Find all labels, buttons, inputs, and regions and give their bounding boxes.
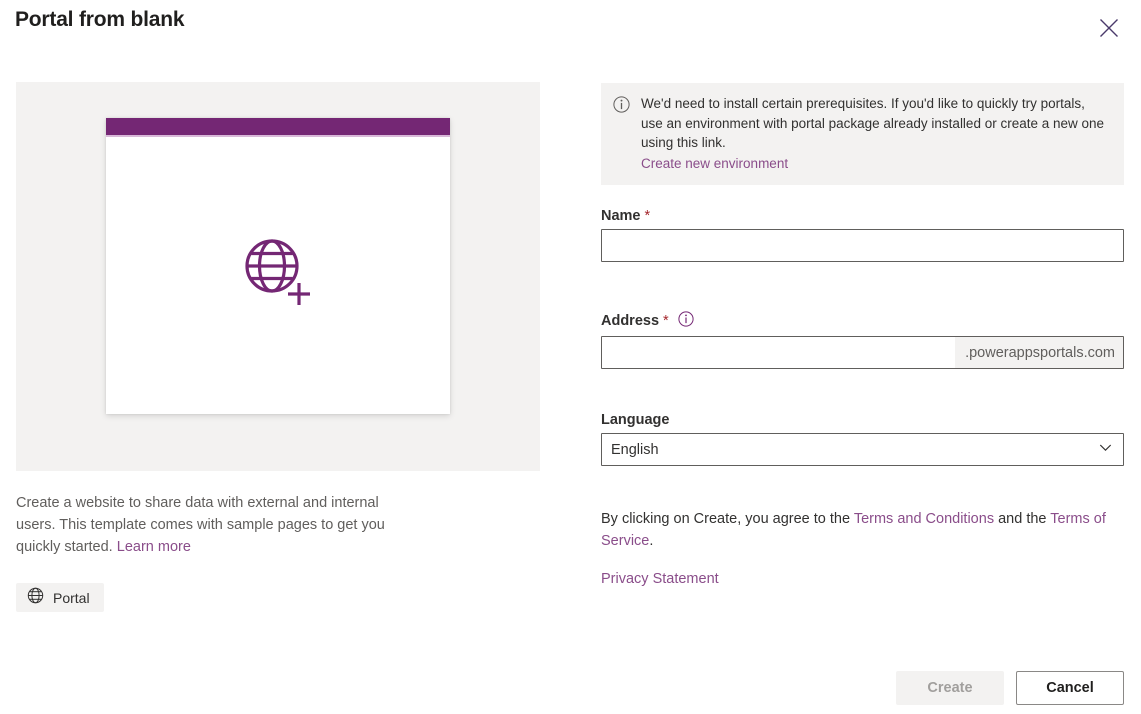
address-input[interactable] [602, 337, 956, 368]
privacy-statement-link[interactable]: Privacy Statement [601, 571, 719, 587]
address-field-label: Address * [601, 311, 1124, 331]
info-icon [613, 96, 630, 173]
terms-period: . [649, 533, 654, 549]
learn-more-link[interactable]: Learn more [117, 539, 191, 555]
template-description-text: Create a website to share data with exte… [16, 495, 385, 555]
info-banner-text-wrapper: We'd need to install certain prerequisit… [641, 94, 1110, 173]
field-language: Language English [601, 412, 1124, 466]
language-label-text: Language [601, 412, 670, 428]
privacy-statement-line: Privacy Statement [601, 568, 719, 590]
name-input[interactable] [601, 229, 1124, 262]
address-domain-suffix: .powerappsportals.com [955, 337, 1123, 368]
field-address: Address * .powerappsportals.com [601, 311, 1124, 369]
preview-card-body [106, 137, 450, 412]
address-info-icon[interactable] [678, 311, 694, 331]
name-field-label: Name * [601, 208, 1124, 224]
template-preview-panel [16, 82, 540, 471]
close-icon [1098, 17, 1120, 39]
create-button[interactable]: Create [896, 671, 1004, 705]
address-required-marker: * [663, 313, 669, 329]
globe-icon [27, 587, 44, 609]
prerequisites-info-banner: We'd need to install certain prerequisit… [601, 83, 1124, 185]
terms-agreement-text: By clicking on Create, you agree to the … [601, 508, 1111, 552]
terms-middle-text: and the [994, 511, 1051, 527]
name-label-text: Name [601, 208, 641, 224]
language-select[interactable]: English [601, 433, 1124, 466]
info-banner-message: We'd need to install certain prerequisit… [641, 96, 1105, 150]
address-input-group: .powerappsportals.com [601, 336, 1124, 369]
template-preview-card [106, 118, 450, 414]
language-field-label: Language [601, 412, 1124, 428]
footer-actions: Create Cancel [0, 668, 1141, 714]
preview-card-header-bar [106, 118, 450, 137]
globe-add-icon [241, 235, 315, 314]
field-name: Name * [601, 208, 1124, 262]
cancel-button[interactable]: Cancel [1016, 671, 1124, 705]
create-new-environment-link[interactable]: Create new environment [641, 154, 1110, 174]
dialog-header: Portal from blank [0, 0, 1141, 60]
close-button[interactable] [1087, 9, 1131, 47]
template-tag-label: Portal [53, 589, 90, 606]
name-required-marker: * [644, 208, 651, 224]
page-title: Portal from blank [15, 8, 185, 31]
chevron-down-icon [1098, 440, 1113, 460]
terms-intro-text: By clicking on Create, you agree to the [601, 511, 854, 527]
template-description: Create a website to share data with exte… [16, 492, 406, 558]
address-label-text: Address [601, 313, 660, 329]
language-selected-value: English [611, 441, 659, 458]
template-tag-portal: Portal [16, 583, 104, 612]
terms-and-conditions-link[interactable]: Terms and Conditions [854, 511, 994, 527]
